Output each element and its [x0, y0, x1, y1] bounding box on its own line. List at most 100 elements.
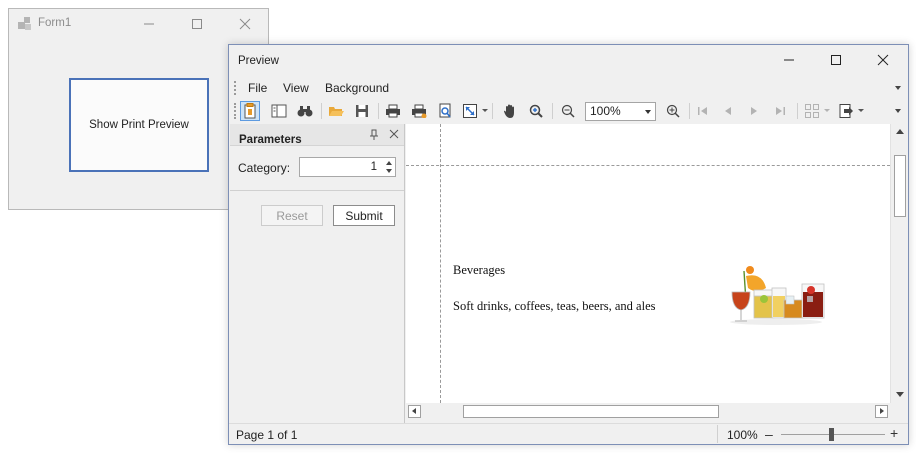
page-setup-icon — [439, 103, 451, 118]
hand-tool-icon — [504, 104, 514, 118]
print-button[interactable] — [383, 101, 403, 121]
app-icon — [18, 17, 34, 33]
zoom-out-icon — [561, 104, 575, 118]
preview-minimize-button[interactable] — [766, 45, 812, 75]
vertical-scroll-thumb[interactable] — [894, 155, 906, 217]
last-page-button[interactable] — [770, 101, 790, 121]
parameters-panel: Parameters Category: 1 Reset Submit — [230, 124, 405, 423]
show-print-preview-button[interactable]: Show Print Preview — [69, 78, 209, 172]
document-map-icon — [271, 104, 287, 118]
multiple-pages-dropdown-icon[interactable] — [824, 109, 830, 112]
category-name-text: Beverages — [453, 263, 506, 277]
preview-title: Preview — [238, 55, 279, 67]
margin-guide-horizontal — [406, 165, 890, 166]
zoom-plus-button[interactable]: + — [890, 425, 898, 441]
scroll-down-icon[interactable] — [896, 392, 904, 397]
multiple-pages-icon — [805, 104, 819, 118]
document-map-button[interactable] — [269, 101, 289, 121]
next-page-button[interactable] — [744, 101, 764, 121]
document-view[interactable]: Beverages Soft drinks, coffees, teas, be… — [406, 124, 890, 403]
maximize-icon — [192, 19, 202, 29]
page-counter: Page 1 of 1 — [236, 428, 298, 442]
reset-button[interactable]: Reset — [261, 205, 323, 226]
magnifier-button[interactable] — [526, 101, 546, 121]
horizontal-scroll-thumb[interactable] — [463, 405, 719, 418]
parameters-icon — [244, 103, 256, 119]
zoom-minus-button[interactable]: – — [765, 426, 773, 442]
menu-bar: File View Background — [229, 78, 908, 98]
scale-dropdown-icon[interactable] — [482, 109, 488, 112]
first-page-icon — [698, 107, 707, 115]
save-icon — [356, 105, 368, 117]
scroll-right-icon — [880, 408, 884, 414]
spin-down-icon[interactable] — [386, 169, 392, 173]
menu-overflow-icon[interactable] — [895, 86, 901, 90]
preview-maximize-button[interactable] — [813, 45, 859, 75]
form1-titlebar[interactable]: Form1 — [9, 9, 268, 39]
toolbar: 100% — [229, 99, 908, 123]
minimize-icon — [784, 59, 794, 61]
form1-title: Form1 — [38, 17, 72, 29]
save-button[interactable] — [352, 101, 372, 121]
page-setup-button[interactable] — [435, 101, 455, 121]
menu-background[interactable]: Background — [325, 81, 389, 95]
parameters-title: Parameters — [239, 134, 302, 146]
zoom-slider-thumb[interactable] — [829, 428, 834, 441]
magnifier-icon — [529, 104, 543, 118]
menu-file[interactable]: File — [248, 81, 267, 95]
close-icon[interactable] — [389, 129, 399, 139]
zoom-combo-value: 100% — [590, 104, 621, 118]
zoom-in-button[interactable] — [663, 101, 683, 121]
pin-icon[interactable] — [369, 129, 379, 141]
export-dropdown-icon[interactable] — [858, 109, 864, 112]
search-button[interactable] — [295, 101, 315, 121]
status-bar: Page 1 of 1 100% – + — [229, 423, 908, 444]
minimize-button[interactable] — [126, 9, 172, 39]
next-page-icon — [751, 107, 757, 115]
multiple-pages-button[interactable] — [802, 101, 822, 121]
close-icon — [239, 18, 251, 30]
status-zoom-value: 100% — [727, 428, 758, 442]
menu-grip[interactable] — [234, 81, 236, 95]
toolbar-overflow-icon[interactable] — [895, 109, 901, 113]
parameters-button[interactable] — [240, 101, 260, 121]
scroll-left-button[interactable] — [408, 405, 421, 418]
category-description-text: Soft drinks, coffees, teas, beers, and a… — [453, 299, 656, 313]
open-button[interactable] — [326, 101, 346, 121]
zoom-out-button[interactable] — [558, 101, 578, 121]
preview-titlebar[interactable]: Preview — [229, 45, 908, 77]
category-value: 1 — [370, 161, 377, 173]
search-binoculars-icon — [297, 106, 313, 117]
last-page-icon — [776, 107, 785, 115]
export-icon — [839, 104, 853, 118]
hand-tool-button[interactable] — [500, 101, 520, 121]
vertical-scrollbar[interactable] — [890, 124, 908, 403]
preview-window: Preview File View Background 100% Parame… — [228, 44, 909, 445]
scroll-right-button[interactable] — [875, 405, 888, 418]
first-page-button[interactable] — [693, 101, 713, 121]
chevron-down-icon — [645, 110, 651, 114]
close-icon — [877, 54, 889, 66]
zoom-in-icon — [666, 104, 680, 118]
minimize-icon — [144, 23, 154, 25]
category-spin-editor[interactable]: 1 — [299, 157, 396, 177]
previous-page-button[interactable] — [718, 101, 738, 121]
scale-button[interactable] — [460, 101, 480, 121]
category-label: Category: — [238, 161, 291, 175]
submit-button[interactable]: Submit — [333, 205, 395, 226]
maximize-button[interactable] — [174, 9, 220, 39]
close-button[interactable] — [222, 9, 268, 39]
toolbar-grip[interactable] — [234, 103, 236, 119]
menu-view[interactable]: View — [283, 81, 309, 95]
horizontal-scrollbar[interactable] — [406, 403, 890, 421]
parameters-divider — [230, 190, 404, 191]
print-icon — [386, 104, 400, 118]
export-button[interactable] — [836, 101, 856, 121]
spin-up-icon[interactable] — [386, 161, 392, 165]
preview-close-button[interactable] — [860, 45, 906, 75]
open-folder-icon — [329, 107, 344, 116]
maximize-icon — [831, 55, 841, 65]
scroll-up-icon[interactable] — [896, 129, 904, 134]
quick-print-button[interactable] — [409, 101, 429, 121]
zoom-combo[interactable]: 100% — [585, 102, 656, 121]
